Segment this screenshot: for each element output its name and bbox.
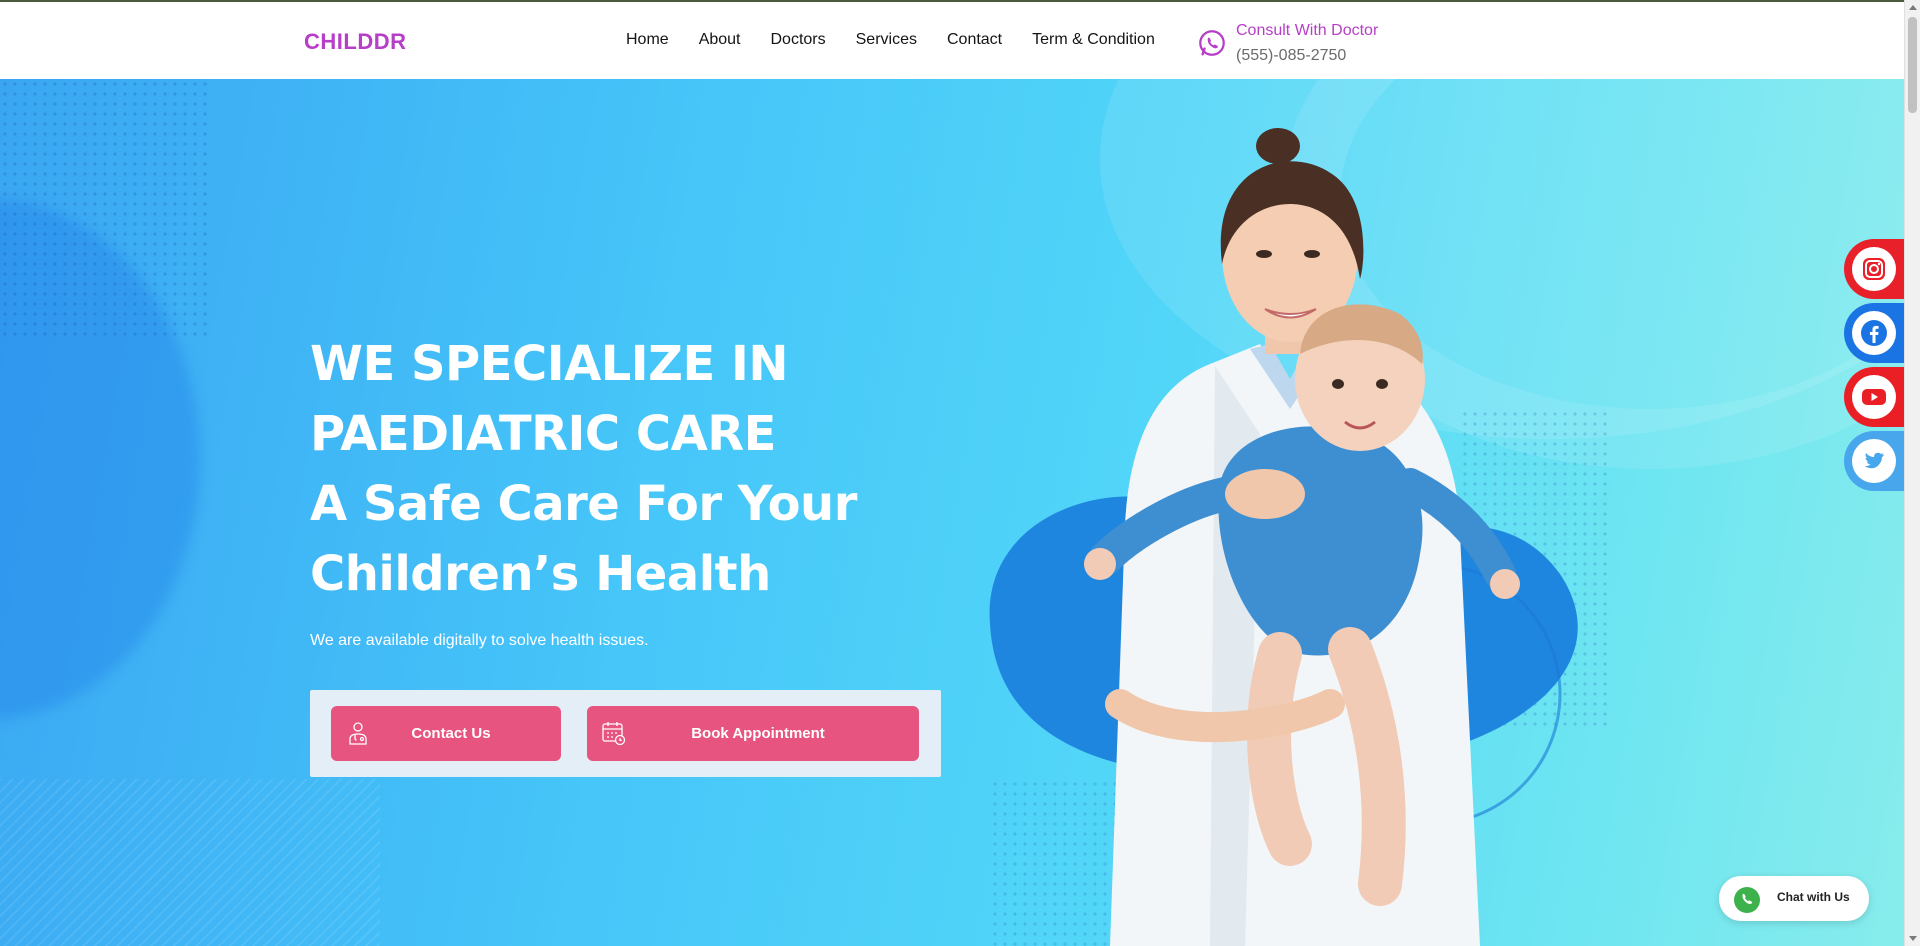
hero-section: WE SPECIALIZE IN PAEDIATRIC CARE A Safe … — [0, 79, 1904, 946]
chat-label: Chat with Us — [1777, 890, 1850, 904]
nav-about[interactable]: About — [699, 30, 741, 50]
nav-home[interactable]: Home — [626, 30, 669, 50]
scroll-thumb[interactable] — [1908, 17, 1917, 113]
calendar-icon — [602, 722, 626, 746]
whatsapp-icon — [1734, 887, 1760, 913]
site-header: CHILDDR Home About Doctors Services Cont… — [0, 2, 1904, 79]
facebook-button[interactable] — [1844, 303, 1904, 363]
book-appointment-label: Book Appointment — [691, 725, 825, 742]
consult-title: Consult With Doctor — [1236, 22, 1379, 39]
nav-services[interactable]: Services — [856, 30, 917, 50]
hero-subtitle: We are available digitally to solve heal… — [310, 632, 649, 649]
facebook-icon — [1861, 320, 1887, 346]
doctor-holding-baby-image — [989, 128, 1578, 946]
cta-panel: Contact Us Book Appointment — [310, 690, 941, 777]
twitter-button[interactable] — [1844, 431, 1904, 491]
brand-logo[interactable]: CHILDDR — [304, 29, 407, 55]
hero-heading-line: WE SPECIALIZE IN — [310, 336, 789, 392]
instagram-button[interactable] — [1844, 239, 1904, 299]
whatsapp-icon — [1199, 30, 1225, 56]
nav-contact[interactable]: Contact — [947, 30, 1002, 50]
nav-doctors[interactable]: Doctors — [771, 30, 826, 50]
main-nav: Home About Doctors Services Contact Term… — [626, 30, 1185, 50]
hero-heading: WE SPECIALIZE IN PAEDIATRIC CARE A Safe … — [310, 329, 1010, 609]
bg-stripes — [0, 779, 380, 946]
hero-heading-line: PAEDIATRIC CARE — [310, 406, 776, 462]
book-appointment-button[interactable]: Book Appointment — [587, 706, 919, 761]
nav-terms[interactable]: Term & Condition — [1032, 30, 1155, 50]
youtube-button[interactable] — [1844, 367, 1904, 427]
vertical-scrollbar[interactable] — [1904, 0, 1920, 946]
scroll-up-icon[interactable] — [1909, 5, 1917, 10]
bg-dots — [0, 79, 210, 339]
scroll-down-icon[interactable] — [1909, 936, 1917, 941]
chat-with-us-button[interactable]: Chat with Us — [1719, 876, 1869, 921]
youtube-icon — [1862, 389, 1886, 405]
contact-us-button[interactable]: Contact Us — [331, 706, 561, 761]
doctor-icon — [349, 722, 367, 745]
twitter-icon — [1864, 452, 1884, 469]
social-sidebar — [1844, 239, 1904, 495]
hero-heading-line: Children’s Health — [310, 546, 771, 602]
hero-heading-line: A Safe Care For Your — [310, 476, 857, 532]
consult-phone[interactable]: (555)-085-2750 — [1236, 47, 1346, 65]
instagram-icon — [1863, 258, 1885, 280]
